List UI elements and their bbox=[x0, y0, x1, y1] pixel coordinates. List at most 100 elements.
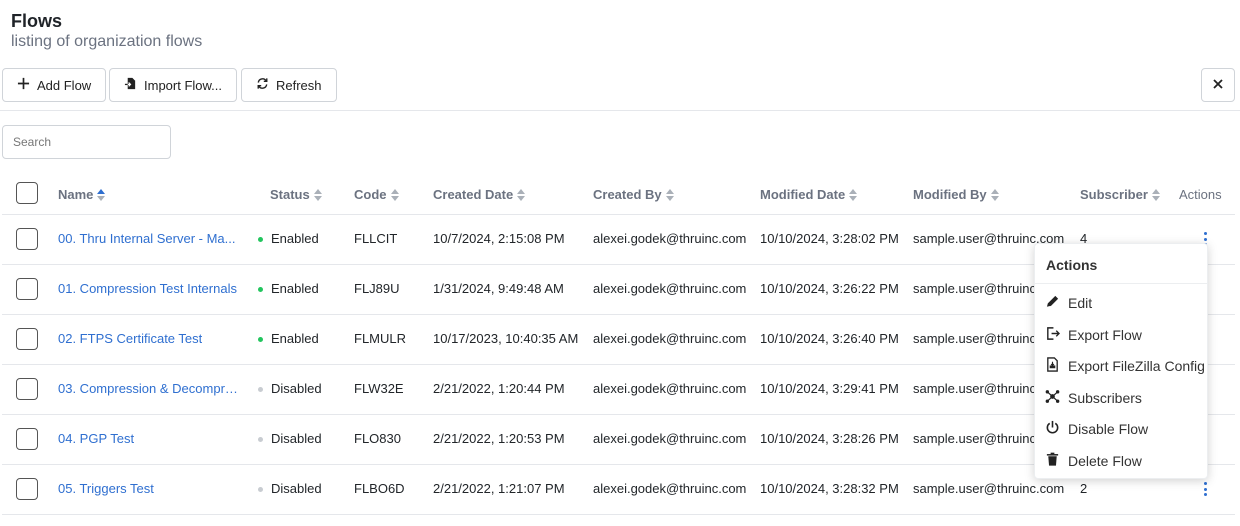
select-all-checkbox[interactable] bbox=[16, 182, 38, 204]
menu-item-subscribers[interactable]: Subscribers bbox=[1045, 389, 1142, 407]
page-subtitle: listing of organization flows bbox=[11, 33, 203, 50]
code-text: FLBO6D bbox=[354, 481, 405, 496]
subscribers-icon bbox=[1045, 389, 1060, 407]
menu-item-export-filezilla-config[interactable]: Export FileZilla Config bbox=[1045, 357, 1205, 375]
plus-icon bbox=[17, 77, 30, 93]
row-checkbox[interactable] bbox=[16, 278, 38, 300]
status-text: Enabled bbox=[271, 231, 319, 246]
created-by-text: alexei.godek@thruinc.com bbox=[593, 331, 747, 346]
sort-icon bbox=[517, 188, 526, 201]
flow-name-link[interactable]: 04. PGP Test bbox=[58, 431, 134, 446]
created-date-text: 10/7/2024, 2:15:08 PM bbox=[433, 231, 565, 246]
actions-menu-title: Actions bbox=[1046, 257, 1098, 273]
status-dot-icon bbox=[258, 437, 263, 442]
created-by-text: alexei.godek@thruinc.com bbox=[593, 381, 747, 396]
status-text: Enabled bbox=[271, 331, 319, 346]
column-header-modified-by-label: Modified By bbox=[913, 187, 987, 202]
menu-item-delete-flow[interactable]: Delete Flow bbox=[1045, 452, 1142, 470]
modified-date-text: 10/10/2024, 3:28:02 PM bbox=[760, 231, 899, 246]
row-checkbox[interactable] bbox=[16, 228, 38, 250]
import-flow-button[interactable]: Import Flow... bbox=[109, 68, 238, 102]
menu-item-edit-label: Edit bbox=[1068, 295, 1093, 311]
row-checkbox[interactable] bbox=[16, 328, 38, 350]
add-flow-label: Add Flow bbox=[37, 77, 92, 93]
column-header-created-date[interactable]: Created Date bbox=[433, 187, 526, 202]
created-date-text: 2/21/2022, 1:21:07 PM bbox=[433, 481, 565, 496]
modified-date-text: 10/10/2024, 3:29:41 PM bbox=[760, 381, 899, 396]
row-checkbox[interactable] bbox=[16, 478, 38, 500]
export-icon bbox=[1045, 326, 1061, 344]
menu-item-export-filezilla-config-label: Export FileZilla Config bbox=[1068, 358, 1205, 374]
status-dot-icon bbox=[258, 287, 263, 292]
column-header-code-label: Code bbox=[354, 187, 387, 202]
close-button[interactable] bbox=[1201, 68, 1235, 102]
code-text: FLLCIT bbox=[354, 231, 398, 246]
table-header-divider bbox=[2, 214, 1235, 215]
sort-icon bbox=[313, 188, 322, 201]
created-by-text: alexei.godek@thruinc.com bbox=[593, 431, 747, 446]
status-text: Disabled bbox=[271, 381, 322, 396]
created-by-text: alexei.godek@thruinc.com bbox=[593, 281, 747, 296]
column-header-subscriber-label: Subscriber bbox=[1080, 187, 1148, 202]
column-header-status-label: Status bbox=[270, 187, 310, 202]
refresh-label: Refresh bbox=[276, 77, 322, 93]
add-flow-button[interactable]: Add Flow bbox=[2, 68, 107, 102]
flow-name-link[interactable]: 01. Compression Test Internals bbox=[58, 281, 237, 296]
flow-name-link[interactable]: 00. Thru Internal Server - Ma... bbox=[58, 231, 236, 246]
column-header-subscriber[interactable]: Subscriber bbox=[1080, 187, 1160, 202]
column-header-code[interactable]: Code bbox=[354, 187, 399, 202]
status-dot-icon bbox=[258, 387, 263, 392]
power-icon bbox=[1045, 420, 1060, 438]
status-dot-icon bbox=[258, 487, 263, 492]
code-text: FLW32E bbox=[354, 381, 404, 396]
created-date-text: 2/21/2022, 1:20:44 PM bbox=[433, 381, 565, 396]
menu-item-edit[interactable]: Edit bbox=[1045, 294, 1092, 312]
flow-name-link[interactable]: 02. FTPS Certificate Test bbox=[58, 331, 202, 346]
code-text: FLJ89U bbox=[354, 281, 400, 296]
status-text: Enabled bbox=[271, 281, 319, 296]
import-flow-label: Import Flow... bbox=[144, 77, 223, 93]
column-header-name[interactable]: Name bbox=[58, 187, 106, 202]
column-header-actions-label: Actions bbox=[1179, 187, 1222, 202]
status-text: Disabled bbox=[271, 481, 322, 496]
refresh-button[interactable]: Refresh bbox=[241, 68, 337, 102]
file-import-icon bbox=[124, 77, 137, 93]
created-by-text: alexei.godek@thruinc.com bbox=[593, 481, 747, 496]
column-header-created-by[interactable]: Created By bbox=[593, 187, 674, 202]
modified-date-text: 10/10/2024, 3:26:22 PM bbox=[760, 281, 899, 296]
status-dot-icon bbox=[258, 237, 263, 242]
code-text: FLMULR bbox=[354, 331, 407, 346]
flow-name-link[interactable]: 03. Compression & Decompre... bbox=[58, 381, 238, 396]
modified-date-text: 10/10/2024, 3:28:26 PM bbox=[760, 431, 899, 446]
sort-ascending-icon bbox=[97, 188, 106, 201]
modified-by-text: sample.user@thruinc.com bbox=[913, 481, 1065, 496]
sort-icon bbox=[665, 188, 674, 201]
file-export-icon bbox=[1045, 357, 1060, 375]
status-dot-icon bbox=[258, 337, 263, 342]
menu-divider bbox=[1035, 283, 1207, 284]
menu-item-export-flow-label: Export Flow bbox=[1068, 327, 1142, 343]
column-header-modified-by[interactable]: Modified By bbox=[913, 187, 999, 202]
menu-item-disable-flow[interactable]: Disable Flow bbox=[1045, 420, 1148, 438]
row-divider bbox=[2, 514, 1235, 515]
row-checkbox[interactable] bbox=[16, 378, 38, 400]
column-header-created-by-label: Created By bbox=[593, 187, 662, 202]
toolbar-divider bbox=[0, 110, 1240, 111]
flow-name-link[interactable]: 05. Triggers Test bbox=[58, 481, 154, 496]
modified-date-text: 10/10/2024, 3:26:40 PM bbox=[760, 331, 899, 346]
row-checkbox[interactable] bbox=[16, 428, 38, 450]
created-date-text: 1/31/2024, 9:49:48 AM bbox=[433, 281, 564, 296]
menu-item-export-flow[interactable]: Export Flow bbox=[1045, 326, 1142, 344]
trash-icon bbox=[1045, 452, 1060, 470]
menu-item-subscribers-label: Subscribers bbox=[1068, 390, 1142, 406]
column-header-status[interactable]: Status bbox=[270, 187, 322, 202]
row-actions-kebab-icon[interactable] bbox=[1200, 481, 1210, 497]
sort-icon bbox=[990, 188, 999, 201]
sort-icon bbox=[1151, 188, 1160, 201]
column-header-modified-date-label: Modified Date bbox=[760, 187, 846, 202]
sort-icon bbox=[849, 188, 858, 201]
search-input[interactable] bbox=[2, 125, 171, 159]
code-text: FLO830 bbox=[354, 431, 401, 446]
actions-menu: Actions Edit Export Flow Export FileZill… bbox=[1034, 243, 1208, 479]
column-header-modified-date[interactable]: Modified Date bbox=[760, 187, 858, 202]
